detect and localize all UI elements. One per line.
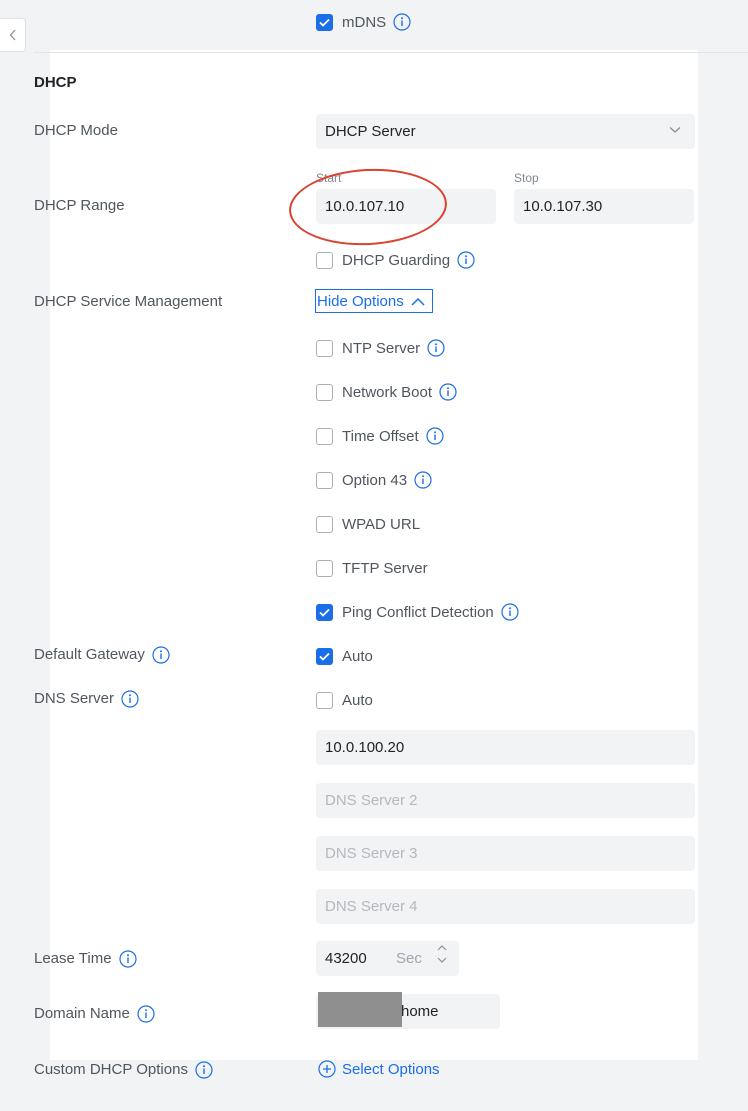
info-icon[interactable] (427, 339, 445, 357)
time-offset-checkbox[interactable] (316, 427, 333, 445)
tftp-server-label: TFTP Server (342, 559, 428, 577)
mdns-row: mDNS (316, 11, 411, 33)
time-offset-label: Time Offset (342, 427, 419, 445)
lease-time-label: Lease Time (34, 950, 112, 967)
dhcp-service-management-label: DHCP Service Management (34, 293, 223, 310)
range-stop-input[interactable]: 10.0.107.30 (514, 189, 694, 224)
hide-options-label: Hide Options (317, 292, 404, 310)
info-icon[interactable] (501, 603, 519, 621)
dhcp-guarding-label: DHCP Guarding (342, 251, 451, 269)
info-icon[interactable] (152, 646, 170, 664)
dns-server-auto-label: Auto (342, 691, 373, 709)
option-tftp-server-row: TFTP Server (316, 557, 428, 579)
checkmark-icon (319, 652, 330, 661)
default-gateway-auto-row: Auto (316, 645, 373, 667)
dns-server-1-input[interactable]: 10.0.100.20 (316, 730, 695, 765)
dhcp-guarding-checkbox[interactable] (316, 251, 333, 269)
info-icon[interactable] (118, 950, 137, 968)
option-ping-conflict-row: Ping Conflict Detection (316, 601, 519, 623)
dhcp-guarding-row: DHCP Guarding (316, 249, 475, 271)
checkmark-icon (319, 608, 330, 617)
default-gateway-auto-checkbox[interactable] (316, 647, 333, 665)
chevron-down-icon[interactable] (437, 957, 447, 963)
dhcp-mode-label: DHCP Mode (34, 122, 118, 139)
dns-server-3-input[interactable]: DNS Server 3 (316, 836, 695, 871)
select-options-button[interactable]: Select Options (318, 1060, 440, 1078)
info-icon[interactable] (393, 13, 411, 31)
ping-conflict-checkbox[interactable] (316, 603, 333, 621)
info-icon[interactable] (137, 1005, 155, 1023)
top-divider (34, 52, 748, 53)
lease-time-stepper[interactable] (437, 945, 447, 963)
custom-options-label: Custom DHCP Options (34, 1061, 188, 1078)
chevron-up-icon (411, 297, 425, 306)
option-time-offset-row: Time Offset (316, 425, 444, 447)
default-gateway-label-row: Default Gateway (34, 645, 170, 665)
dns-server-2-input[interactable]: DNS Server 2 (316, 783, 695, 818)
option-43-checkbox[interactable] (316, 471, 333, 489)
default-gateway-label: Default Gateway (34, 646, 145, 663)
lease-time-label-row: Lease Time (34, 949, 137, 969)
lease-time-unit: Sec (396, 950, 422, 967)
wpad-url-checkbox[interactable] (316, 515, 333, 533)
dhcp-mode-select[interactable]: DHCP Server (316, 114, 695, 149)
dhcp-mode-value: DHCP Server (325, 123, 416, 140)
info-icon[interactable] (457, 251, 475, 269)
network-boot-checkbox[interactable] (316, 383, 333, 401)
domain-name-label-row: Domain Name (34, 1004, 155, 1024)
option-43-label: Option 43 (342, 471, 408, 489)
dns-server-auto-checkbox[interactable] (316, 691, 333, 709)
lease-time-value: 43200 (325, 950, 367, 967)
hide-options-button[interactable]: Hide Options (315, 289, 433, 313)
ntp-server-label: NTP Server (342, 339, 421, 357)
custom-options-label-row: Custom DHCP Options (34, 1060, 213, 1080)
wpad-url-label: WPAD URL (342, 515, 421, 533)
chevron-down-icon (669, 127, 681, 133)
select-options-label: Select Options (342, 1060, 440, 1078)
ping-conflict-label: Ping Conflict Detection (342, 603, 494, 621)
ntp-server-checkbox[interactable] (316, 339, 333, 357)
info-icon[interactable] (195, 1061, 213, 1079)
dhcp-range-label: DHCP Range (34, 197, 125, 214)
domain-name-label: Domain Name (34, 1005, 130, 1022)
dns-server-auto-row: Auto (316, 689, 373, 711)
dns-server-label: DNS Server (34, 690, 115, 707)
option-wpad-url-row: WPAD URL (316, 513, 420, 535)
range-stop-caption: Stop (514, 171, 539, 185)
info-icon[interactable] (121, 690, 139, 708)
network-boot-label: Network Boot (342, 383, 433, 401)
dns-server-label-row: DNS Server (34, 689, 139, 709)
info-icon[interactable] (439, 383, 457, 401)
redaction-block (318, 992, 402, 1027)
lease-time-input[interactable]: 43200 Sec (316, 941, 459, 976)
info-icon[interactable] (414, 471, 432, 489)
back-button[interactable] (0, 18, 26, 52)
tftp-server-checkbox[interactable] (316, 559, 333, 577)
option-network-boot-row: Network Boot (316, 381, 457, 403)
mdns-label: mDNS (342, 13, 387, 31)
default-gateway-auto-label: Auto (342, 647, 373, 665)
dns-server-4-input[interactable]: DNS Server 4 (316, 889, 695, 924)
chevron-up-icon[interactable] (437, 945, 447, 951)
chevron-left-icon (9, 29, 15, 41)
section-title-dhcp: DHCP (34, 74, 77, 91)
option-ntp-server-row: NTP Server (316, 337, 445, 359)
option-43-row: Option 43 (316, 469, 432, 491)
mdns-checkbox[interactable] (316, 13, 333, 31)
checkmark-icon (319, 18, 330, 27)
info-icon[interactable] (426, 427, 444, 445)
plus-circle-icon (318, 1060, 336, 1078)
